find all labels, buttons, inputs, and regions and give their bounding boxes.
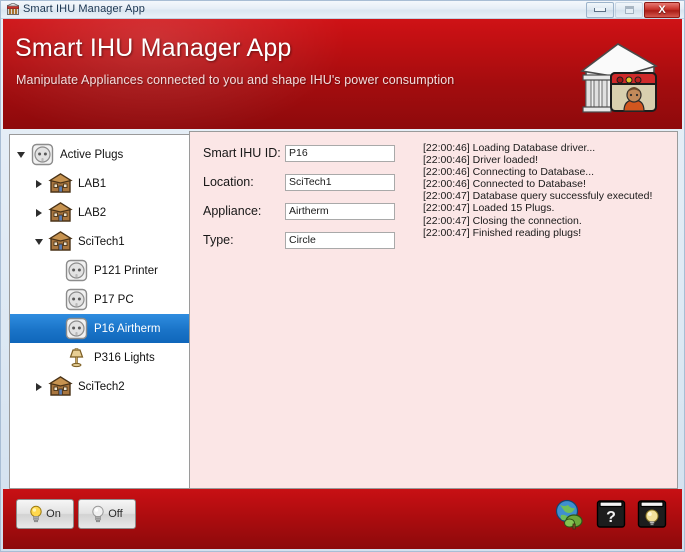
- app-building-icon: [7, 3, 19, 15]
- window-title: Smart IHU Manager App: [23, 3, 145, 15]
- chevron-down-icon[interactable]: [32, 235, 46, 249]
- plug-socket-icon: [65, 288, 88, 311]
- location-label: Location:: [203, 175, 254, 189]
- turn-on-button[interactable]: On: [16, 499, 74, 529]
- lightbulb-on-icon: [30, 505, 42, 523]
- tree-node-label: LAB2: [78, 206, 107, 219]
- building-icon: [48, 202, 73, 222]
- tree-node-scitech1[interactable]: SciTech1: [10, 227, 189, 256]
- log-line: [22:00:47] Closing the connection.: [423, 214, 582, 227]
- minimize-button[interactable]: [586, 2, 614, 18]
- building-icon: [48, 231, 73, 251]
- log-line: [22:00:46] Connected to Database!: [423, 178, 586, 191]
- lightbulb-off-icon: [92, 505, 104, 523]
- tree-node-p17-pc[interactable]: P17 PC: [10, 285, 189, 314]
- turn-off-button[interactable]: Off: [78, 499, 136, 529]
- log-line: [22:00:46] Loading Database driver...: [423, 142, 596, 154]
- smart-ihu-id-label: Smart IHU ID:: [203, 146, 281, 160]
- plug-tree-panel[interactable]: Active Plugs LAB1 LAB2 SciTech1 P121 Pri…: [9, 134, 189, 489]
- help-book-icon[interactable]: ?: [595, 498, 627, 530]
- page-title: Smart IHU Manager App: [15, 34, 292, 62]
- type-input[interactable]: [285, 231, 395, 249]
- app-header: Smart IHU Manager App Manipulate Applian…: [3, 19, 682, 129]
- plug-details-form: Smart IHU ID: Location: Appliance: Type:: [203, 141, 395, 257]
- tree-node-label: Active Plugs: [60, 148, 124, 161]
- form-row-location: Location:: [203, 170, 395, 194]
- type-label: Type:: [203, 233, 234, 247]
- tree-node-p316-lights[interactable]: P316 Lights: [10, 343, 189, 372]
- location-input[interactable]: [285, 173, 395, 191]
- log-line: [22:00:47] Finished reading plugs!: [423, 226, 582, 239]
- tree-node-label: P121 Printer: [94, 264, 158, 277]
- log-line: [22:00:47] Loaded 15 Plugs.: [423, 202, 555, 215]
- tree-node-label: LAB1: [78, 177, 107, 190]
- log-line: [22:00:46] Connecting to Database...: [423, 166, 595, 179]
- plug-socket-icon: [31, 143, 54, 166]
- footer-toolbar: On Off ?: [3, 489, 682, 549]
- close-button[interactable]: X: [644, 2, 680, 18]
- tree-node-active-plugs[interactable]: Active Plugs: [10, 140, 189, 169]
- form-row-smart-ihu-id: Smart IHU ID:: [203, 141, 395, 165]
- plug-socket-icon: [65, 317, 88, 340]
- log-output[interactable]: [22:00:46] Loading Database driver... [2…: [423, 142, 668, 239]
- tree-node-label: P316 Lights: [94, 351, 155, 364]
- tree-node-label: SciTech2: [78, 380, 125, 393]
- title-bar[interactable]: Smart IHU Manager App X: [1, 1, 684, 19]
- twisty-placeholder: [48, 264, 62, 278]
- tree-node-lab2[interactable]: LAB2: [10, 198, 189, 227]
- minimize-icon: [594, 8, 606, 12]
- window-controls: X: [586, 2, 680, 18]
- plug-socket-icon: [65, 259, 88, 282]
- log-line: [22:00:47] Database query successfuly ex…: [423, 190, 653, 203]
- ihu-building-logo: [580, 43, 659, 113]
- appliance-label: Appliance:: [203, 204, 262, 218]
- tree-node-label: SciTech1: [78, 235, 125, 248]
- smart-ihu-id-input[interactable]: [285, 144, 395, 162]
- tree-node-label: P16 Airtherm: [94, 322, 161, 335]
- chevron-right-icon[interactable]: [32, 380, 46, 394]
- twisty-placeholder: [48, 293, 62, 307]
- twisty-placeholder: [48, 351, 62, 365]
- twisty-placeholder: [48, 322, 62, 336]
- app-window: Smart IHU Manager App X Smart IHU Manage…: [0, 0, 685, 552]
- lamp-icon: [69, 348, 84, 368]
- globe-tree-icon[interactable]: [552, 498, 586, 530]
- page-subtitle: Manipulate Appliances connected to you a…: [16, 73, 455, 87]
- building-icon: [48, 173, 73, 193]
- form-row-type: Type:: [203, 228, 395, 252]
- tree-node-p121-printer[interactable]: P121 Printer: [10, 256, 189, 285]
- help-glyph: ?: [606, 509, 616, 526]
- footer-icon-group: ?: [552, 498, 668, 530]
- building-icon: [48, 376, 73, 396]
- plug-tree: Active Plugs LAB1 LAB2 SciTech1 P121 Pri…: [10, 140, 189, 401]
- log-line: [22:00:46] Driver loaded!: [423, 154, 538, 167]
- form-row-appliance: Appliance:: [203, 199, 395, 223]
- maximize-button[interactable]: [615, 2, 643, 18]
- appliance-input[interactable]: [285, 202, 395, 220]
- maximize-icon: [624, 6, 634, 14]
- tree-node-scitech2[interactable]: SciTech2: [10, 372, 189, 401]
- chevron-right-icon[interactable]: [32, 177, 46, 191]
- chevron-down-icon[interactable]: [14, 148, 28, 162]
- tree-node-label: P17 PC: [94, 293, 134, 306]
- chevron-right-icon[interactable]: [32, 206, 46, 220]
- tree-node-lab1[interactable]: LAB1: [10, 169, 189, 198]
- details-panel: Smart IHU ID: Location: Appliance: Type:…: [189, 131, 678, 489]
- tree-node-p16-airtherm[interactable]: P16 Airtherm: [10, 314, 189, 343]
- turn-off-label: Off: [108, 508, 123, 520]
- tips-book-icon[interactable]: [636, 498, 668, 530]
- turn-on-label: On: [46, 508, 61, 520]
